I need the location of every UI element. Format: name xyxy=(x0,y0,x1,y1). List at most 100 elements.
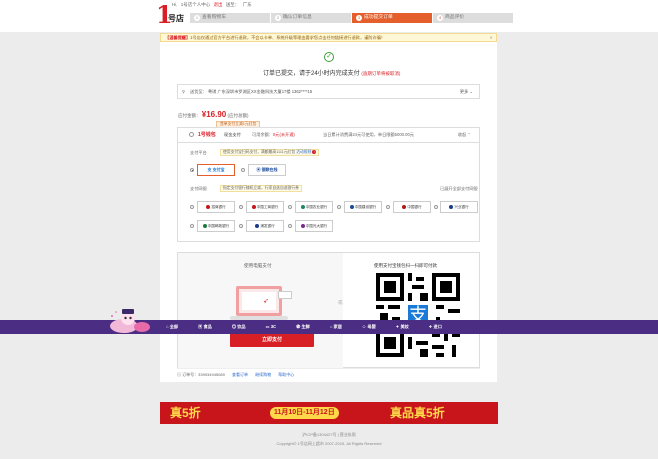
unionpay-option[interactable]: ▣ 银联在线 xyxy=(248,164,286,176)
more-label: 更多 xyxy=(459,89,469,94)
amount-note: (应付总额) xyxy=(227,113,249,118)
category-makeup[interactable]: ✦ 美妆 xyxy=(386,320,419,334)
wallet-row[interactable]: 1号钱包 现金支付 可用余额：0元(未开通) 当日累计消费满24元可使用，单日限… xyxy=(177,127,480,143)
bank-radio[interactable] xyxy=(288,224,292,228)
deliver-label: 送至： xyxy=(225,2,240,7)
bank-option[interactable]: 中国工商银行 xyxy=(246,201,284,213)
promo-banner[interactable]: 真5折 11月10日-11月12日 真品真5折 xyxy=(160,402,498,424)
bank-radio[interactable] xyxy=(386,205,390,209)
category-list: ⌂ 全部 ▣ 食品 ◎ 饮品 ▭ 3C ✿ 生鲜 ⌂ 家居 ☺ 母婴 ✦ 美妆 … xyxy=(156,320,452,334)
view-order-link[interactable]: 查看订单 xyxy=(232,372,248,377)
checkout-steps: 1 查看购物车 2 确认订单信息 3 成功提交订单 4 商品评价 xyxy=(190,13,514,23)
wallet-radio[interactable] xyxy=(189,132,194,137)
bank-logo-icon xyxy=(300,223,305,228)
bank-radio[interactable] xyxy=(239,205,243,209)
step-number: 4 xyxy=(437,15,443,21)
bank-name: 中国银行 xyxy=(407,205,422,209)
unionpay-icon: ▣ xyxy=(256,167,261,172)
bank-radio[interactable] xyxy=(239,224,243,228)
amount-value: ¥16.90 xyxy=(201,110,227,119)
card-icon xyxy=(278,291,292,299)
alipay-label: 支付宝 xyxy=(212,167,225,172)
step-submitted: 3 成功提交订单 xyxy=(352,13,432,23)
page: 1 号店 Hi, 1号店个人中心 退出 送至： 广东 1 查看购物车 2 确认订单信… xyxy=(0,0,658,459)
logo-text: 号店 xyxy=(168,14,184,23)
bank-option[interactable]: 中国农业银行 xyxy=(295,201,333,213)
promo-rules-link[interactable]: 活动规则 xyxy=(296,150,311,154)
logout-link[interactable]: 退出 xyxy=(214,2,223,7)
bank-radio[interactable] xyxy=(190,224,194,228)
bank-name: 中国光大银行 xyxy=(305,224,328,228)
qr-pay-title: 使用支付宝钱包扫一扫即可付款 xyxy=(374,263,437,268)
alipay-option[interactable]: 支 支付宝 xyxy=(197,164,235,176)
bank-name: 中国建设银行 xyxy=(354,205,377,209)
category-home[interactable]: ⌂ 家居 xyxy=(320,320,352,334)
category-3c[interactable]: ▭ 3C xyxy=(256,320,286,334)
bank-name: 中国邮政银行 xyxy=(207,224,230,228)
address-box[interactable]: ⚲ 送货至： 粤琪 广东深圳市罗湖区XX金融科技大厦17楼 1362****15… xyxy=(177,84,480,99)
pay-now-button[interactable]: 立即支付 xyxy=(230,333,314,347)
order-number: 339934945089 xyxy=(198,372,225,377)
bank-option[interactable]: 招商银行 xyxy=(197,201,235,213)
bank-collapse-link[interactable]: 已展开全部支付网银 xyxy=(440,186,478,192)
bank-logo-icon xyxy=(402,204,407,209)
mascot-icon xyxy=(110,309,150,333)
category-all[interactable]: ⌂ 全部 xyxy=(156,320,188,334)
wallet-note: 当日累计消费满24元可使用，单日限额5000.00元 xyxy=(323,132,414,137)
address-more-button[interactable]: 更多 ⌄ xyxy=(460,85,473,98)
laptop-screen xyxy=(242,292,276,310)
bank-radio[interactable] xyxy=(337,205,341,209)
bank-radio[interactable] xyxy=(434,205,438,209)
user-info: Hi, 1号店个人中心 退出 送至： 广东 xyxy=(172,2,254,8)
category-label: 食品 xyxy=(203,324,212,329)
bank-option[interactable]: 浦发银行 xyxy=(246,220,284,232)
pay-choice-area: 使用电脑支付 ➶ 立即支付 或 使用支付宝钱包扫一扫即可付款 支 xyxy=(177,252,480,369)
order-icon: ▤ xyxy=(177,372,181,377)
bank-logo-icon xyxy=(300,204,305,209)
close-icon[interactable]: ✕ xyxy=(489,34,493,41)
category-label: 母婴 xyxy=(367,324,376,329)
step-confirm: 2 确认订单信息 xyxy=(271,13,351,23)
order-row: ▤ 订单号：339934945089 查看订单 继续购物 帮助中心 xyxy=(177,368,480,380)
continue-shopping-link[interactable]: 继续购物 xyxy=(255,372,271,377)
category-baby[interactable]: ☺ 母婴 xyxy=(352,320,386,334)
category-label: 3C xyxy=(270,324,277,329)
wallet-balance: 可用余额：0元(未开通) xyxy=(252,128,295,142)
category-food[interactable]: ▣ 食品 xyxy=(188,320,222,334)
category-fresh[interactable]: ✿ 生鲜 xyxy=(286,320,320,334)
unionpay-radio[interactable] xyxy=(241,168,245,172)
bank-name: 招商银行 xyxy=(211,205,226,209)
platform-label: 支付平台 xyxy=(190,150,207,155)
bank-option[interactable]: 中国银行 xyxy=(393,201,431,213)
region-select[interactable]: 广东 xyxy=(243,2,252,7)
alipay-radio[interactable] xyxy=(190,168,194,172)
bank-logo-icon xyxy=(349,204,354,209)
bank-logo-icon xyxy=(251,204,256,209)
bank-radio[interactable] xyxy=(288,205,292,209)
category-drink[interactable]: ◎ 饮品 xyxy=(222,320,256,334)
notice-bar: 【温馨提醒】1号店仅通过官方平台进行退款，不会以卡单、系统升级等理由要求您点击任… xyxy=(160,33,497,42)
bank-option[interactable]: 中国邮政银行 xyxy=(197,220,235,232)
category-imports[interactable]: ✈ 进口 xyxy=(419,320,452,334)
help-center-link[interactable]: 帮助中心 xyxy=(278,372,294,377)
collapse-toggle[interactable]: 收起 ⌃ xyxy=(458,128,471,142)
notice-text: 1号店仅通过官方平台进行退款，不会以卡单、系统升级等理由要求您点击任何链接进行退… xyxy=(190,35,386,40)
address-label: 送货至： xyxy=(190,89,207,94)
amount-label: 应付金额： xyxy=(178,113,201,118)
web-pay-title: 使用电脑支付 xyxy=(244,263,272,268)
cursor-icon: ➶ xyxy=(263,298,269,305)
bank-logo-icon xyxy=(202,223,207,228)
bank-logo-icon xyxy=(206,204,211,209)
step-number: 2 xyxy=(275,15,281,21)
category-bar: ⌂ 全部 ▣ 食品 ◎ 饮品 ▭ 3C ✿ 生鲜 ⌂ 家居 ☺ 母婴 ✦ 美妆 … xyxy=(0,320,658,334)
laptop-icon: ➶ xyxy=(236,286,282,316)
user-center-link[interactable]: 1号店个人中心 xyxy=(181,2,211,7)
collapse-label: 收起 xyxy=(457,132,467,137)
bank-option[interactable]: 中国光大银行 xyxy=(295,220,333,232)
bank-option[interactable]: 中国建设银行 xyxy=(344,201,382,213)
bank-option[interactable]: 兴业银行 xyxy=(440,201,478,213)
banner-left-text: 真5折 xyxy=(170,406,201,420)
step-number: 3 xyxy=(356,15,362,21)
banner-right-text: 真品真5折 xyxy=(390,406,445,420)
bank-radio[interactable] xyxy=(190,205,194,209)
